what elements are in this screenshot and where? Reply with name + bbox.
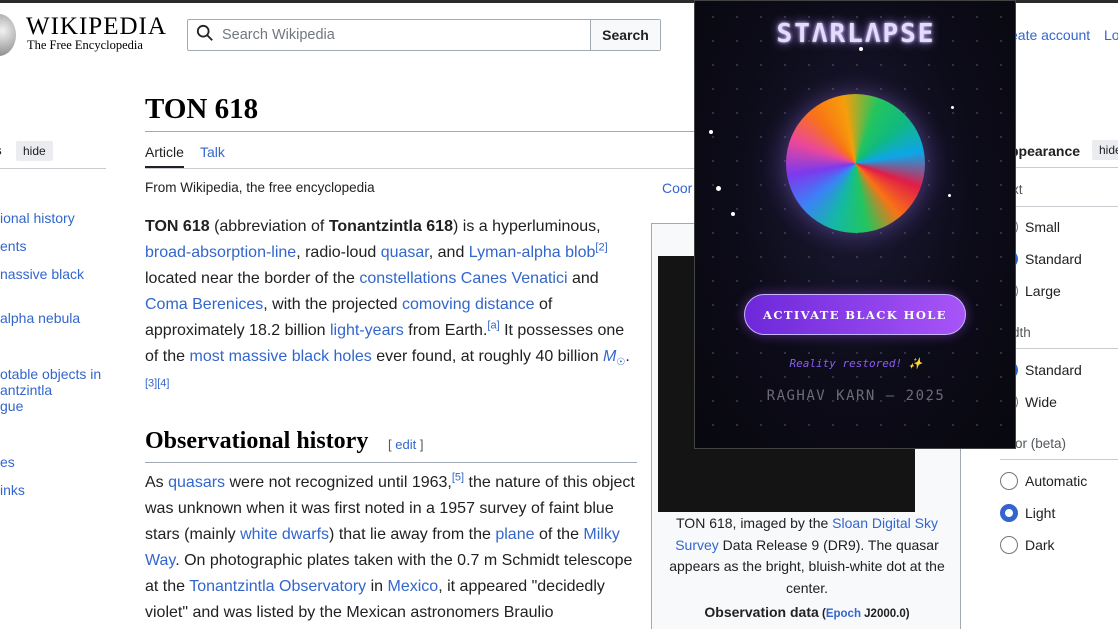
link-quasar[interactable]: quasar <box>381 244 429 261</box>
black-hole-orb[interactable] <box>786 94 925 233</box>
link-plane[interactable]: plane <box>495 526 534 543</box>
reference-link[interactable]: [2] <box>595 242 607 254</box>
starlapse-title: STΛRLΛPSE <box>776 19 936 49</box>
star-icon <box>951 106 954 109</box>
toc-hide-button[interactable]: hide <box>16 141 53 161</box>
reference-link[interactable]: [5] <box>452 472 464 484</box>
section-divider <box>145 462 637 463</box>
star-icon <box>948 194 951 197</box>
search-button[interactable]: Search <box>590 20 660 50</box>
tabs-divider <box>145 168 695 169</box>
link-constellations[interactable]: constellations <box>359 270 456 287</box>
wikipedia-globe-logo[interactable] <box>0 14 16 56</box>
link-tonantzintla-observatory[interactable]: Tonantzintla Observatory <box>189 578 366 595</box>
appearance-hide-button[interactable]: hide <box>1092 140 1118 160</box>
create-account-link[interactable]: eate account <box>1010 27 1090 43</box>
link-lyman-alpha-blob[interactable]: Lyman-alpha blob <box>469 244 596 261</box>
toc-item[interactable]: gue <box>0 398 23 414</box>
toc-item[interactable]: ents <box>0 238 26 254</box>
link-comoving-distance[interactable]: comoving distance <box>402 296 535 313</box>
radio-button-selected[interactable] <box>1000 504 1018 522</box>
star-icon <box>709 130 713 134</box>
star-icon <box>731 212 735 216</box>
activate-black-hole-button[interactable]: ACTIVATE BLACK HOLE <box>744 294 966 335</box>
login-link[interactable]: Lo <box>1104 27 1118 43</box>
link-most-massive-black-holes[interactable]: most massive black holes <box>189 348 371 365</box>
toc-item[interactable]: alpha nebula <box>0 310 80 326</box>
color-option-light[interactable]: Light <box>1000 504 1055 522</box>
section-heading-observational-history: Observational history <box>145 428 369 454</box>
toc-item[interactable]: inks <box>0 482 25 498</box>
infobox-caption: TON 618, imaged by the Sloan Digital Sky… <box>669 515 945 596</box>
reference-link[interactable]: [3][4] <box>145 378 169 390</box>
search-input[interactable] <box>222 27 582 43</box>
link-quasars[interactable]: quasars <box>168 474 225 491</box>
link-broad-absorption-line[interactable]: broad-absorption-line <box>145 244 296 261</box>
site-subtitle: From Wikipedia, the free encyclopedia <box>145 180 375 195</box>
link-coma-berenices[interactable]: Coma Berenices <box>145 296 263 313</box>
wikipedia-wordmark[interactable]: WIKIPEDIA <box>26 13 167 41</box>
radio-button[interactable] <box>1000 472 1018 490</box>
link-epoch[interactable]: Epoch <box>826 608 861 620</box>
search-field[interactable] <box>188 20 590 50</box>
link-solar-mass[interactable]: M☉ <box>603 348 625 368</box>
radio-button[interactable] <box>1000 536 1018 554</box>
status-message: Reality restored! ✨ <box>789 357 923 370</box>
toc-item[interactable]: antzintla <box>0 382 52 398</box>
star-icon <box>716 186 721 191</box>
edit-link[interactable]: edit <box>395 437 416 452</box>
appearance-divider <box>1000 459 1118 460</box>
toc-item[interactable]: ional history <box>0 210 75 226</box>
toc-item[interactable]: nassive black <box>0 266 84 282</box>
toc-item[interactable]: es <box>0 454 15 470</box>
history-paragraph: As quasars were not recognized until 196… <box>145 471 635 621</box>
tab-article[interactable]: Article <box>145 144 184 168</box>
color-option-automatic[interactable]: Automatic <box>1000 472 1087 490</box>
search-box: Search <box>187 19 661 51</box>
page-title: TON 618 <box>145 93 259 125</box>
coordinates-link[interactable]: Coor <box>662 180 692 196</box>
observation-data-heading: Observation data (Epoch J2000.0) <box>704 604 910 620</box>
appearance-divider <box>1000 206 1118 207</box>
lead-paragraph: TON 618 (abbreviation of Tonantzintla 61… <box>145 218 630 390</box>
toc-item[interactable]: otable objects in <box>0 366 101 382</box>
title-divider <box>145 131 695 132</box>
author-credit: RAGHAV KARN — 2025 <box>766 388 946 404</box>
link-light-years[interactable]: light-years <box>330 322 404 339</box>
note-link[interactable]: [a] <box>487 320 499 332</box>
tab-talk[interactable]: Talk <box>200 144 225 160</box>
link-canes-venatici[interactable]: Canes Venatici <box>461 270 568 287</box>
section-edit: [ edit ] <box>388 437 424 452</box>
starlapse-popup: STΛRLΛPSE ACTIVATE BLACK HOLE Reality re… <box>694 0 1016 449</box>
link-mexico[interactable]: Mexico <box>388 578 439 595</box>
color-label: lor (beta) <box>1012 436 1067 451</box>
toc-divider <box>0 168 106 169</box>
appearance-divider <box>1000 348 1118 349</box>
star-icon <box>859 47 863 51</box>
appearance-heading: ppearance <box>1010 143 1081 159</box>
link-white-dwarfs[interactable]: white dwarfs <box>240 526 329 543</box>
color-option-dark[interactable]: Dark <box>1000 536 1055 554</box>
toc-heading: s <box>0 142 2 158</box>
appearance-divider <box>1000 167 1118 168</box>
wikipedia-tagline: The Free Encyclopedia <box>27 38 143 52</box>
bold-term: Tonantzintla 618 <box>328 218 453 235</box>
bold-term: TON 618 <box>145 218 210 235</box>
search-icon <box>196 24 214 47</box>
